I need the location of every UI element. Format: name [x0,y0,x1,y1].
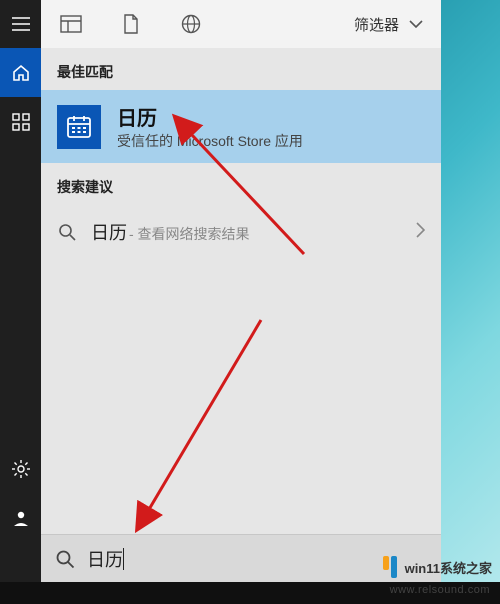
watermark-site: win11系统之家 [405,558,492,577]
calendar-icon [65,113,93,141]
best-match-section-label: 最佳匹配 [41,48,441,90]
text-caret [123,548,124,570]
suggestion-hint: - 查看网络搜索结果 [129,224,250,244]
best-match-item[interactable]: 日历 受信任的 Microsoft Store 应用 [41,90,441,163]
suggestion-query: 日历 [91,219,127,245]
scope-documents[interactable] [101,0,161,48]
search-bar[interactable]: 日历 [41,534,441,582]
filter-dropdown[interactable]: 筛选器 [354,0,441,48]
watermark-url: www.relsound.com [390,584,490,596]
start-left-rail [0,0,41,582]
search-input-value: 日历 [87,546,123,572]
document-icon [123,14,139,34]
hamburger-button[interactable] [0,0,41,48]
scope-web[interactable] [161,0,221,48]
panel-empty-area [41,259,441,534]
rail-apps[interactable] [0,97,41,146]
chevron-right-icon [416,222,425,243]
suggestions-section-label: 搜索建议 [41,163,441,205]
suggestion-label: 日历 - 查看网络搜索结果 [91,219,250,245]
search-scope-bar: 筛选器 [41,0,441,48]
rail-settings[interactable] [0,444,41,493]
search-icon [57,223,77,241]
best-match-tile [57,105,101,149]
search-panel: 筛选器 最佳匹配 日历 受信任的 Microsoft Store 应用 搜索建议 [41,0,441,582]
apps-icon [60,15,82,33]
home-icon [11,63,31,83]
scope-apps[interactable] [41,0,101,48]
watermark: win11系统之家 [383,556,492,578]
grid-icon [12,113,30,131]
search-icon [55,549,75,569]
rail-account[interactable] [0,493,41,542]
best-match-title: 日历 [117,102,303,131]
rail-home[interactable] [0,48,41,97]
best-match-text: 日历 受信任的 Microsoft Store 应用 [117,102,303,151]
suggestion-item[interactable]: 日历 - 查看网络搜索结果 [41,205,441,259]
search-input[interactable]: 日历 [87,546,124,572]
chevron-down-icon [409,20,423,28]
watermark-logo [383,556,397,578]
person-icon [12,509,30,527]
filter-label: 筛选器 [354,14,399,35]
globe-icon [181,14,201,34]
best-match-subtitle: 受信任的 Microsoft Store 应用 [117,131,303,151]
gear-icon [11,459,31,479]
